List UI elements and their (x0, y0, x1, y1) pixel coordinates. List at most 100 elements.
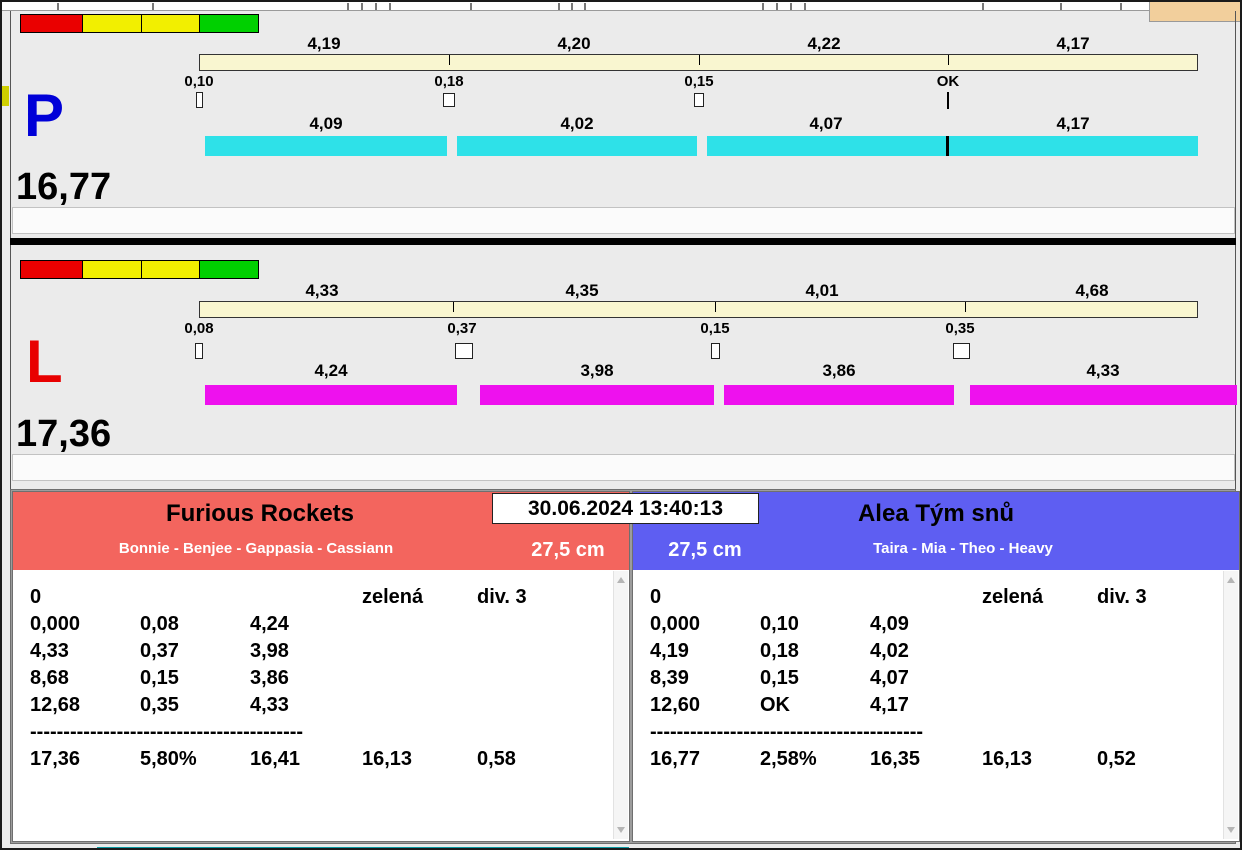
run-bar-segment (724, 385, 954, 405)
window-edge-tick (361, 3, 363, 10)
run-time-label: 4,09 (309, 114, 343, 133)
window-edge-tick (152, 3, 154, 10)
split-time-label: 4,17 (1056, 34, 1090, 53)
traffic-green-segment (200, 15, 258, 32)
table-row: 8,68 0,15 3,86 (30, 667, 289, 689)
run-time-label: 4,33 (1086, 361, 1120, 380)
change-marker-box (694, 93, 704, 107)
window-edge-mark (2, 86, 9, 106)
lane-l-empty-strip (12, 454, 1235, 481)
traffic-yellow-segment (142, 15, 200, 32)
team-left-members: Bonnie - Benjee - Gappasia - Cassiann (118, 540, 394, 557)
window-edge-tick (584, 3, 586, 10)
window-edge-tick (57, 3, 59, 10)
change-time-label: OK (936, 73, 960, 90)
window-edge-tick (571, 3, 573, 10)
lane-divider (10, 238, 1236, 245)
split-time-label: 4,22 (807, 34, 841, 53)
lane-p-traffic-light-bar (20, 14, 259, 33)
lane-l-total-time: 17,36 (16, 413, 112, 455)
background-window-corner (1149, 2, 1240, 22)
split-tick (715, 302, 716, 312)
run-time-label: 4,24 (314, 361, 348, 380)
change-marker-box (196, 92, 203, 108)
team-left-results[interactable]: 0 zelená div. 3 0,000 0,08 4,24 4,33 0,3… (13, 570, 613, 841)
scrollbar[interactable] (613, 571, 628, 839)
division-label: div. 3 (1097, 586, 1147, 608)
split-tick (699, 55, 700, 65)
window-edge-tick (389, 3, 391, 10)
split-time-label: 4,20 (557, 34, 591, 53)
split-time-label: 4,33 (305, 281, 339, 300)
window-edge-tick (804, 3, 806, 10)
change-marker-box (455, 343, 473, 359)
split-tick (965, 302, 966, 312)
totals-row: 16,77 2,58% 16,35 16,13 0,52 (650, 748, 1136, 770)
team-left-name: Furious Rockets (165, 500, 355, 527)
split-tick (453, 302, 454, 312)
table-row: 0,000 0,10 4,09 (650, 613, 909, 635)
scroll-up-icon[interactable] (1227, 577, 1235, 583)
window-edge-tick (1120, 3, 1122, 10)
run-time-label: 4,17 (1056, 114, 1090, 133)
run-bar-segment (205, 136, 447, 156)
window-edge-tick (982, 3, 984, 10)
change-time-label: 0,15 (684, 73, 714, 90)
split-time-label: 4,68 (1075, 281, 1109, 300)
window-top-edge (2, 2, 1240, 11)
team-right-members: Taira - Mia - Theo - Heavy (873, 540, 1053, 557)
lane-l-letter: L (26, 328, 63, 395)
change-time-label: 0,15 (700, 320, 730, 337)
change-time-label: 0,37 (447, 320, 477, 337)
window-edge-tick (776, 3, 778, 10)
traffic-red-segment (21, 15, 83, 32)
change-marker-box (443, 93, 455, 107)
run-bar-segment (457, 136, 697, 156)
run-bar-segment (949, 136, 1198, 156)
change-marker-tick (947, 92, 949, 109)
totals-row: 17,36 5,80% 16,41 16,13 0,58 (30, 748, 516, 770)
scroll-up-icon[interactable] (617, 577, 625, 583)
window-edge-tick (790, 3, 792, 10)
run-time-label: 3,86 (822, 361, 856, 380)
light-status: zelená (982, 586, 1044, 608)
run-time-label: 3,98 (580, 361, 614, 380)
scrollbar[interactable] (1223, 571, 1238, 839)
change-time-label: 0,18 (434, 73, 464, 90)
start-value: 0 (650, 586, 662, 608)
lane-l-cumulative-bar (199, 301, 1198, 318)
window-edge-tick (470, 3, 472, 10)
team-panel-right: Alea Tým snů Taira - Mia - Theo - Heavy … (632, 491, 1240, 842)
lane-l-traffic-light-bar (20, 260, 259, 279)
lane-p-letter: P (24, 82, 65, 149)
lane-p-total-time: 16,77 (16, 166, 112, 208)
lane-p-empty-strip (12, 207, 1235, 234)
table-row: 12,68 0,35 4,33 (30, 694, 289, 716)
change-time-label: 0,08 (184, 320, 214, 337)
table-row: 8,39 0,15 4,07 (650, 667, 909, 689)
start-value: 0 (30, 586, 42, 608)
window-edge-tick (558, 3, 560, 10)
run-bar-segment (480, 385, 714, 405)
team-right-jump-height: 27,5 cm (668, 539, 742, 561)
scroll-down-icon[interactable] (617, 827, 625, 833)
team-right-results[interactable]: 0 zelená div. 3 0,000 0,10 4,09 4,19 0,1… (633, 570, 1223, 841)
team-panel-left: Furious Rockets Bonnie - Benjee - Gappas… (12, 491, 630, 842)
change-time-label: 0,35 (945, 320, 975, 337)
change-time-label: 0,10 (184, 73, 214, 90)
window-edge-tick (347, 3, 349, 10)
run-time-label: 4,07 (809, 114, 843, 133)
run-bar-segment (970, 385, 1237, 405)
table-row: 12,60 OK 4,17 (650, 694, 909, 716)
info-row: 0 zelená div. 3 (650, 584, 1223, 611)
lane-p-cumulative-bar (199, 54, 1198, 71)
table-row: 0,000 0,08 4,24 (30, 613, 289, 635)
scroll-down-icon[interactable] (1227, 827, 1235, 833)
table-row: 4,19 0,18 4,02 (650, 640, 909, 662)
run-bar-segment (707, 136, 946, 156)
split-time-label: 4,19 (307, 34, 341, 53)
split-time-label: 4,01 (805, 281, 839, 300)
window-edge-tick (375, 3, 377, 10)
team-left-jump-height: 27,5 cm (531, 539, 605, 561)
timing-app-window: 4,19 4,20 4,22 4,17 0,10 0,18 0,15 OK 4,… (0, 0, 1242, 850)
